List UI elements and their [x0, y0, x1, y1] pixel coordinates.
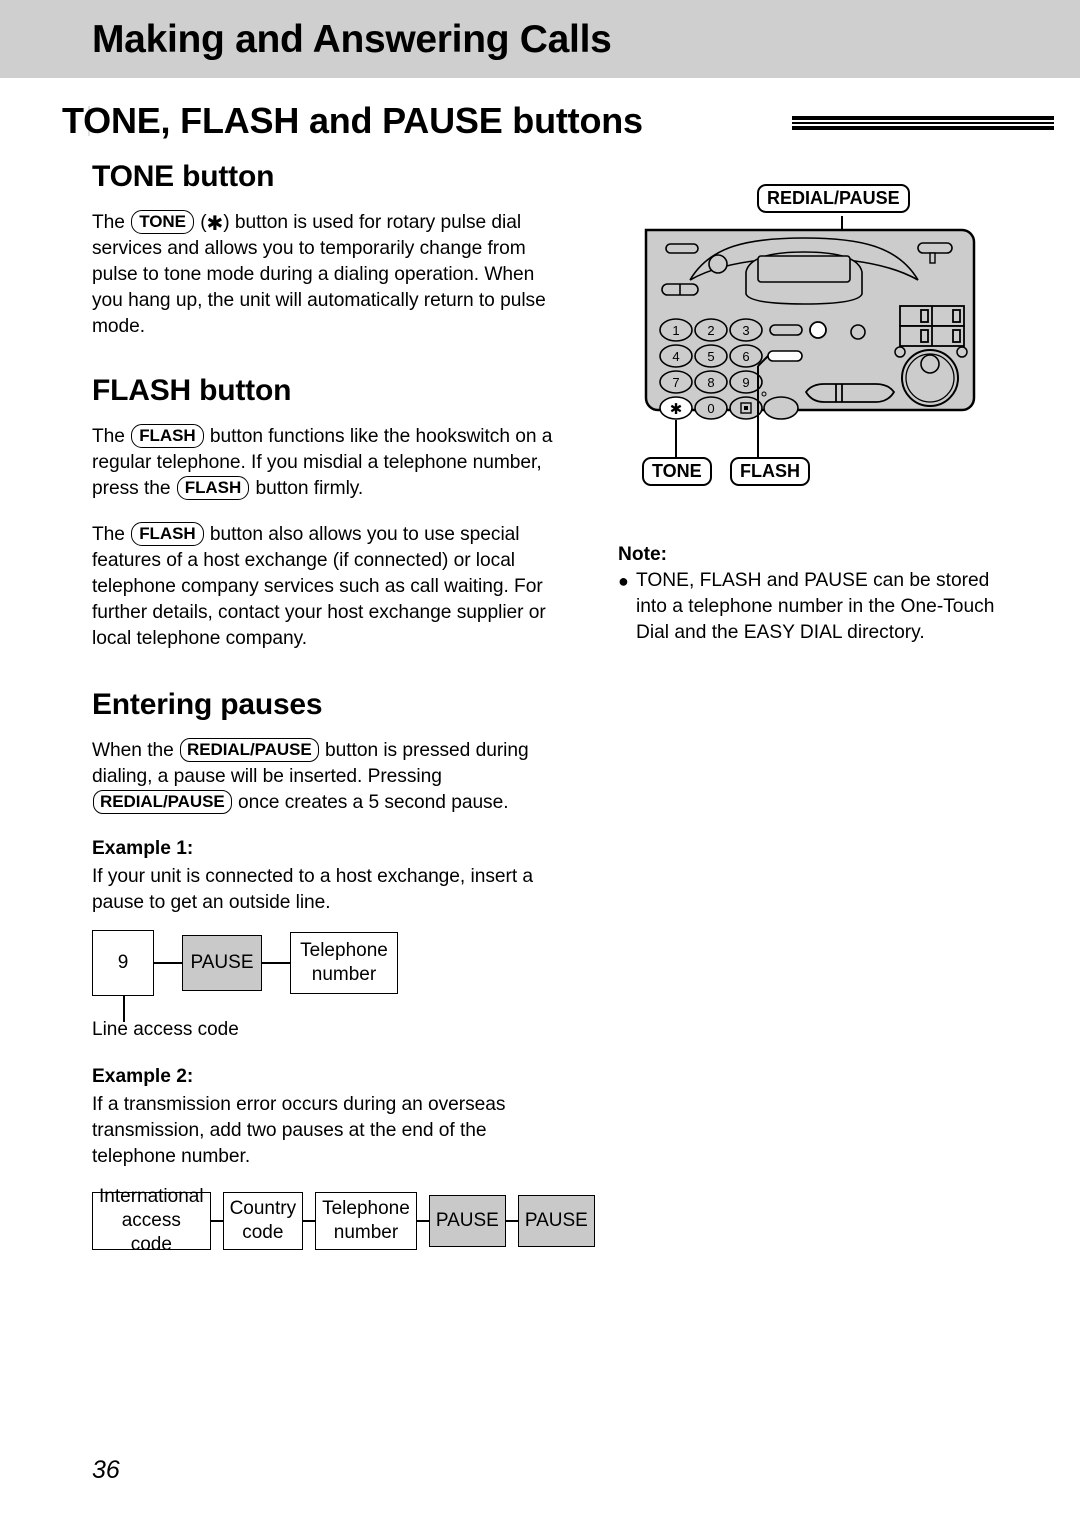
- running-header-title: Making and Answering Calls: [92, 18, 612, 61]
- callout-tone: TONE: [642, 457, 712, 486]
- redial-pause-keycap-1: REDIAL/PAUSE: [180, 738, 319, 762]
- pauses-paragraph: When the REDIAL/PAUSE button is pressed …: [92, 738, 562, 816]
- example-2-text: If a transmission error occurs during an…: [92, 1094, 506, 1167]
- svg-text:5: 5: [707, 349, 714, 364]
- flow-connector: [416, 1220, 429, 1222]
- flow-box-label: Country code: [229, 1198, 297, 1243]
- svg-text:1: 1: [672, 323, 679, 338]
- flash-section-heading: FLASH button: [92, 374, 292, 407]
- pauses-p-a: When the: [92, 740, 174, 761]
- flow-box-label: International access code: [99, 1186, 204, 1255]
- example-1-diagram: 9 PAUSE Telephone number Line access code: [92, 930, 562, 1042]
- flow-box-label: PAUSE: [435, 1210, 499, 1231]
- page-number: 36: [92, 1456, 120, 1484]
- flow-box-pause-2: PAUSE: [517, 1195, 595, 1247]
- svg-text:✱: ✱: [670, 401, 683, 418]
- asterisk-icon: ✱: [206, 213, 224, 235]
- svg-text:8: 8: [707, 375, 714, 390]
- note-title: Note:: [618, 544, 668, 565]
- tone-paragraph: The TONE (✱) button is used for rotary p…: [92, 210, 562, 340]
- svg-text:3: 3: [742, 323, 749, 338]
- left-column: TONE button The TONE (✱) button is used …: [92, 160, 595, 1255]
- flow-connector: [262, 962, 290, 964]
- flash-keycap-1: FLASH: [131, 424, 204, 448]
- flash-paragraph-2: The FLASH button also allows you to use …: [92, 522, 562, 652]
- svg-text:7: 7: [672, 375, 679, 390]
- svg-text:6: 6: [742, 349, 749, 364]
- tone-keycap: TONE: [131, 210, 194, 234]
- note-item: ● TONE, FLASH and PAUSE can be stored in…: [618, 568, 1018, 646]
- flash-keycap-3: FLASH: [131, 522, 204, 546]
- example-1-leader: Line access code: [92, 996, 562, 1042]
- svg-text:4: 4: [672, 349, 679, 364]
- flow-box-country-code: Country code: [222, 1192, 304, 1250]
- right-column: 1 2 3 4 5 6 7 8 9 ✱ 0 REDIAL/PAUSE TONE …: [618, 180, 1018, 646]
- example-1-flow-row: 9 PAUSE Telephone number: [92, 930, 562, 996]
- flash-p2-a: The: [92, 524, 125, 545]
- flash-p1-c: button firmly.: [255, 478, 364, 499]
- flow-box-line-access-code: 9: [92, 930, 154, 996]
- flow-box-pause: PAUSE: [182, 935, 262, 991]
- running-header-band: Making and Answering Calls: [0, 0, 1080, 78]
- note-block: Note: ● TONE, FLASH and PAUSE can be sto…: [618, 544, 1018, 646]
- chapter-title-row: TONE, FLASH and PAUSE buttons: [62, 100, 1054, 150]
- flash-keycap-2: FLASH: [176, 476, 250, 500]
- flow-connector: [303, 1220, 316, 1222]
- flow-box-label: PAUSE: [524, 1210, 588, 1231]
- example-2-diagram: International access code Country code Tel…: [92, 1186, 595, 1255]
- svg-text:2: 2: [707, 323, 714, 338]
- flow-box-telephone-number: Telephone number: [290, 932, 398, 994]
- flash-p1-a: The: [92, 426, 125, 447]
- example-2-label: Example 2:: [92, 1066, 194, 1087]
- svg-text:9: 9: [742, 375, 749, 390]
- flow-box-telephone-number: Telephone number: [315, 1192, 417, 1250]
- redial-pause-keycap-2: REDIAL/PAUSE: [93, 790, 232, 814]
- flow-box-label: Telephone number: [300, 940, 388, 985]
- chapter-title: TONE, FLASH and PAUSE buttons: [62, 100, 643, 141]
- device-illustration: 1 2 3 4 5 6 7 8 9 ✱ 0 REDIAL/PAUSE TONE …: [618, 180, 1018, 500]
- example-2-flow-row: International access code Country code Tel…: [92, 1186, 595, 1255]
- svg-text:0: 0: [707, 401, 714, 416]
- flash-paragraph-1: The FLASH button functions like the hook…: [92, 424, 562, 502]
- flow-box-label: 9: [117, 952, 129, 973]
- flow-connector: [505, 1220, 518, 1222]
- chapter-rule-decoration: [792, 116, 1054, 130]
- flow-connector: [154, 962, 182, 964]
- tone-paren-close: ): [223, 212, 230, 233]
- flow-connector: [210, 1220, 223, 1222]
- example-1-leader-label: Line access code: [92, 1019, 239, 1040]
- flow-box-pause-1: PAUSE: [428, 1195, 506, 1247]
- example-1-label: Example 1:: [92, 838, 194, 859]
- callout-redial-pause: REDIAL/PAUSE: [757, 184, 910, 213]
- tone-paragraph-pre: The: [92, 212, 125, 233]
- callout-flash: FLASH: [730, 457, 810, 486]
- flow-box-label: PAUSE: [190, 952, 254, 973]
- bullet-icon: ●: [618, 571, 629, 591]
- pauses-p-c: once creates a 5 second pause.: [238, 792, 509, 813]
- note-text: TONE, FLASH and PAUSE can be stored into…: [636, 570, 995, 643]
- tone-section-heading: TONE button: [92, 160, 275, 193]
- example-1-text: If your unit is connected to a host exch…: [92, 866, 534, 913]
- flow-box-label: Telephone number: [322, 1198, 410, 1243]
- flow-box-international-access-code: International access code: [92, 1186, 211, 1255]
- fax-machine-control-panel-svg: 1 2 3 4 5 6 7 8 9 ✱ 0: [644, 216, 976, 458]
- pauses-section-heading: Entering pauses: [92, 688, 323, 721]
